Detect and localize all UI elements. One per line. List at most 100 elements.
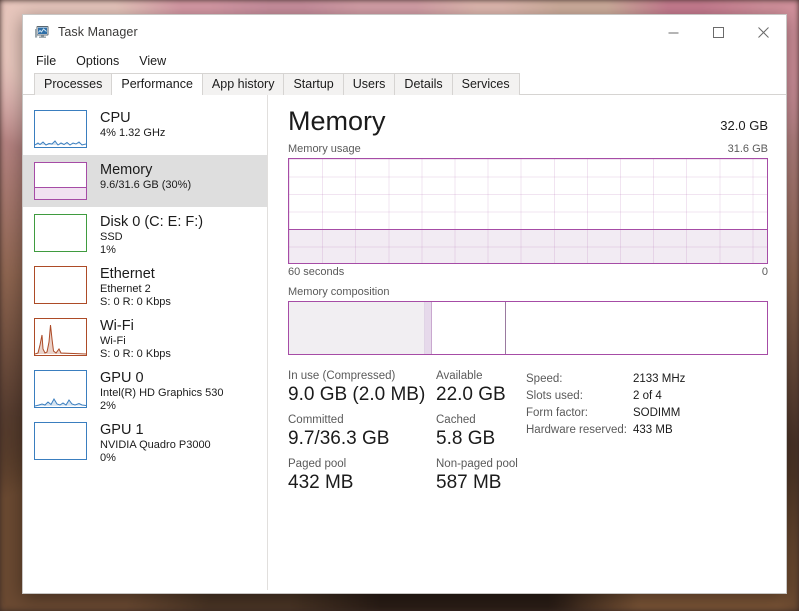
sidebar-item-gpu-0[interactable]: GPU 0 Intel(R) HD Graphics 530 2% bbox=[23, 363, 267, 415]
sidebar-item-gpu-0-sub2: 2% bbox=[100, 400, 116, 412]
spec-hardware-reserved: Hardware reserved: 433 MB bbox=[526, 422, 685, 439]
graph-axis-left: 60 seconds bbox=[288, 266, 345, 278]
tab-processes[interactable]: Processes bbox=[34, 73, 113, 95]
tab-users[interactable]: Users bbox=[342, 73, 396, 95]
menu-view[interactable]: View bbox=[129, 51, 176, 71]
memory-usage-label: Memory usage bbox=[288, 143, 361, 155]
sidebar-item-gpu-1-title: GPU 1 bbox=[100, 422, 144, 438]
menu-options[interactable]: Options bbox=[66, 51, 129, 71]
memory-statistics-left: In use (Compressed) 9.0 GB (2.0 MB) Avai… bbox=[288, 369, 526, 501]
footer-bar: Fewer details Open Resource Monitor bbox=[23, 590, 786, 593]
stat-row-committed-cached: Committed 9.7/36.3 GB Cached 5.8 GB bbox=[288, 413, 526, 451]
memory-usage-area bbox=[289, 228, 767, 263]
sidebar-item-disk-0-sub1: SSD bbox=[100, 231, 123, 243]
spec-slots-used-value: 2 of 4 bbox=[633, 390, 662, 402]
gpu-0-thumbnail-graph bbox=[34, 370, 87, 408]
composition-segment-free bbox=[506, 302, 767, 354]
tab-strip: Processes Performance App history Startu… bbox=[23, 73, 786, 96]
memory-usage-max: 31.6 GB bbox=[727, 143, 768, 155]
memory-hardware-specs: Speed: 2133 MHz Slots used: 2 of 4 Form … bbox=[526, 369, 685, 501]
spec-speed-key: Speed: bbox=[526, 373, 563, 385]
stat-nonpaged-pool-value: 587 MB bbox=[436, 472, 502, 493]
menu-bar: File Options View bbox=[23, 49, 786, 73]
menu-file[interactable]: File bbox=[34, 51, 66, 71]
sidebar-item-memory-text: Memory 9.6/31.6 GB (30%) bbox=[100, 162, 191, 192]
stat-row-inuse-available: In use (Compressed) 9.0 GB (2.0 MB) Avai… bbox=[288, 369, 526, 407]
sidebar-item-ethernet[interactable]: Ethernet Ethernet 2 S: 0 R: 0 Kbps bbox=[23, 259, 267, 311]
sidebar-item-disk-0-sub2: 1% bbox=[100, 244, 116, 256]
sidebar-item-wifi-text: Wi-Fi Wi-Fi S: 0 R: 0 Kbps bbox=[100, 318, 171, 361]
memory-composition-bar[interactable] bbox=[288, 301, 768, 355]
spec-hardware-reserved-value: 433 MB bbox=[633, 424, 673, 436]
stat-paged-pool-value: 432 MB bbox=[288, 472, 354, 493]
sidebar-item-cpu[interactable]: CPU 4% 1.32 GHz bbox=[23, 103, 267, 155]
memory-composition-label: Memory composition bbox=[288, 286, 390, 298]
sidebar-item-cpu-title: CPU bbox=[100, 110, 131, 126]
sidebar-item-disk-0-title: Disk 0 (C: E: F:) bbox=[100, 214, 204, 230]
window-controls bbox=[651, 15, 786, 49]
gpu-1-thumbnail-graph bbox=[34, 422, 87, 460]
stat-cached-label: Cached bbox=[436, 414, 476, 426]
total-memory-value: 32.0 GB bbox=[720, 118, 768, 133]
stat-in-use-value: 9.0 GB (2.0 MB) bbox=[288, 384, 426, 405]
memory-usage-labels: Memory usage 31.6 GB bbox=[288, 143, 768, 155]
memory-thumbnail-graph bbox=[34, 162, 87, 200]
sidebar-item-cpu-text: CPU 4% 1.32 GHz bbox=[100, 110, 165, 140]
stat-cached: Cached 5.8 GB bbox=[436, 413, 495, 451]
sidebar-item-ethernet-sub2: S: 0 R: 0 Kbps bbox=[100, 296, 171, 308]
sidebar-item-gpu-1-sub1: NVIDIA Quadro P3000 bbox=[100, 439, 211, 451]
sidebar-item-cpu-sub: 4% 1.32 GHz bbox=[100, 127, 166, 139]
sidebar-item-gpu-0-sub1: Intel(R) HD Graphics 530 bbox=[100, 387, 224, 399]
composition-segment-modified bbox=[425, 302, 433, 354]
stat-available-label: Available bbox=[436, 370, 483, 382]
spec-speed: Speed: 2133 MHz bbox=[526, 371, 685, 388]
spec-form-factor: Form factor: SODIMM bbox=[526, 405, 685, 422]
stat-nonpaged-pool-label: Non-paged pool bbox=[436, 458, 518, 470]
tab-performance[interactable]: Performance bbox=[111, 73, 203, 96]
maximize-button[interactable] bbox=[696, 15, 741, 49]
memory-header: Memory 32.0 GB bbox=[288, 105, 768, 137]
spec-form-factor-key: Form factor: bbox=[526, 407, 588, 419]
stat-available-value: 22.0 GB bbox=[436, 384, 506, 405]
sidebar-item-gpu-0-title: GPU 0 bbox=[100, 370, 144, 386]
tab-app-history[interactable]: App history bbox=[201, 73, 285, 95]
sidebar-item-wifi[interactable]: Wi-Fi Wi-Fi S: 0 R: 0 Kbps bbox=[23, 311, 267, 363]
wifi-thumbnail-graph bbox=[34, 318, 87, 356]
title-bar: Task Manager bbox=[23, 15, 786, 49]
tab-services[interactable]: Services bbox=[451, 73, 520, 95]
stat-in-use: In use (Compressed) 9.0 GB (2.0 MB) bbox=[288, 369, 436, 407]
stat-cached-value: 5.8 GB bbox=[436, 428, 496, 449]
sidebar-item-wifi-title: Wi-Fi bbox=[100, 318, 134, 334]
tab-details[interactable]: Details bbox=[394, 73, 453, 95]
graph-axis-right: 0 bbox=[761, 266, 768, 278]
stat-paged-pool: Paged pool 432 MB bbox=[288, 457, 436, 495]
stat-committed-label: Committed bbox=[288, 414, 344, 426]
sidebar-item-wifi-sub2: S: 0 R: 0 Kbps bbox=[100, 348, 171, 360]
cpu-thumbnail-graph bbox=[34, 110, 87, 148]
composition-segment-standby bbox=[432, 302, 507, 354]
memory-detail-panel: Memory 32.0 GB Memory usage 31.6 GB 60 s… bbox=[268, 95, 786, 590]
sidebar-item-memory[interactable]: Memory 9.6/31.6 GB (30%) bbox=[23, 155, 267, 207]
sidebar-item-gpu-0-text: GPU 0 Intel(R) HD Graphics 530 2% bbox=[100, 370, 224, 413]
spec-slots-used: Slots used: 2 of 4 bbox=[526, 388, 685, 405]
tab-startup[interactable]: Startup bbox=[283, 73, 344, 95]
sidebar-item-gpu-1-text: GPU 1 NVIDIA Quadro P3000 0% bbox=[100, 422, 211, 465]
minimize-button[interactable] bbox=[651, 15, 696, 49]
composition-segment-in-use bbox=[289, 302, 426, 354]
stat-committed-value: 9.7/36.3 GB bbox=[288, 428, 390, 449]
memory-statistics: In use (Compressed) 9.0 GB (2.0 MB) Avai… bbox=[288, 369, 768, 501]
disk-thumbnail-graph bbox=[34, 214, 87, 252]
sidebar-item-disk-0[interactable]: Disk 0 (C: E: F:) SSD 1% bbox=[23, 207, 267, 259]
resource-sidebar: CPU 4% 1.32 GHz Memory 9.6/31.6 GB (30%)… bbox=[23, 95, 268, 590]
stat-nonpaged-pool: Non-paged pool 587 MB bbox=[436, 457, 518, 495]
page-title: Memory bbox=[288, 106, 386, 136]
memory-usage-graph[interactable] bbox=[288, 158, 768, 264]
window-title: Task Manager bbox=[58, 25, 138, 39]
close-button[interactable] bbox=[741, 15, 786, 49]
sidebar-item-gpu-1[interactable]: GPU 1 NVIDIA Quadro P3000 0% bbox=[23, 415, 267, 467]
stat-available: Available 22.0 GB bbox=[436, 369, 506, 407]
sidebar-item-memory-title: Memory bbox=[100, 162, 153, 178]
sidebar-item-memory-sub: 9.6/31.6 GB (30%) bbox=[100, 179, 192, 191]
stat-in-use-label: In use (Compressed) bbox=[288, 370, 396, 382]
task-manager-window: Task Manager File Options View Processes… bbox=[22, 14, 787, 594]
